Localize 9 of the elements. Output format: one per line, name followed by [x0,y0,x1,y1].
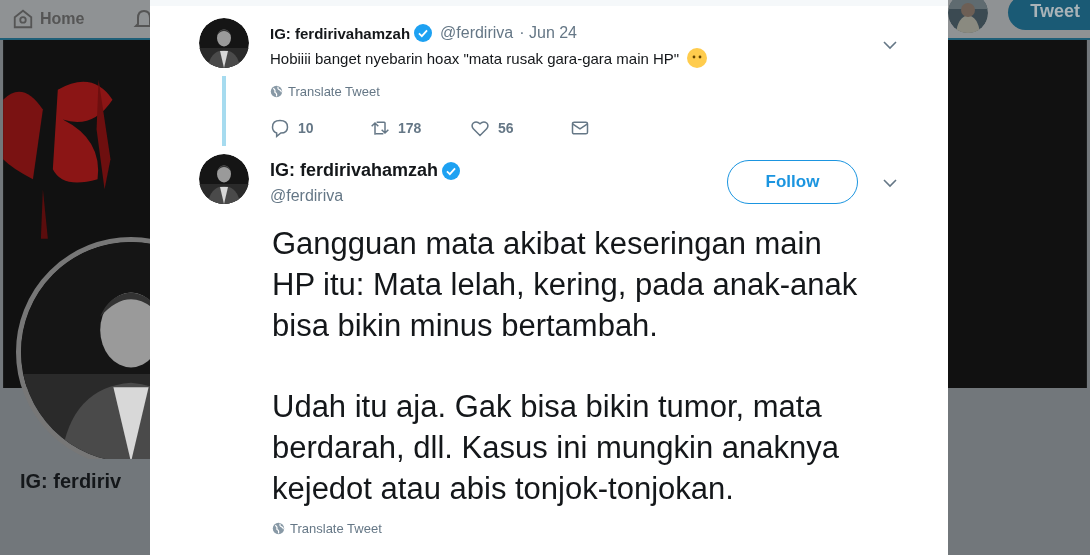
translate-link[interactable]: Translate Tweet [272,521,382,536]
tweet-text: Udah itu aja. Gak bisa bikin tumor, mata berdarah, dll. Kasus ini mungkin anaknya kejedot atau abis tonjok-tonjokan. [272,388,840,508]
user-name[interactable]: IG: ferdirivahamzah [270,24,411,42]
user-handle[interactable]: @ferdiriva [440,24,514,42]
globe-icon [272,522,285,535]
profile-name: IG: ferdiriv [20,470,122,493]
tweet-date[interactable]: · Jun 24 [519,24,577,42]
home-icon [12,8,34,30]
tweet-button[interactable]: Tweet [1008,0,1090,30]
